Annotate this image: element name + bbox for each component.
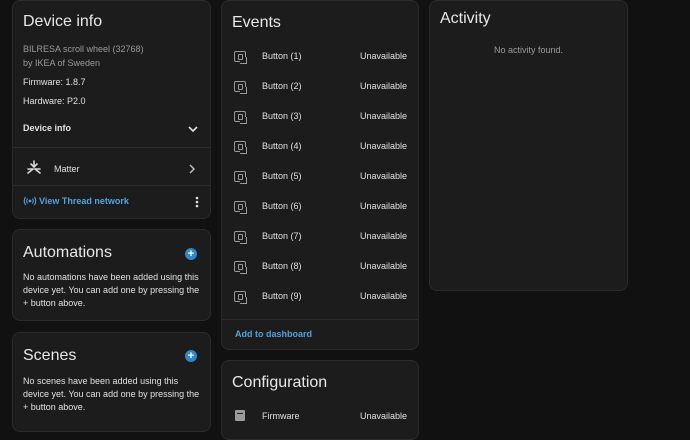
matter-icon	[27, 160, 41, 174]
view-thread-network-link[interactable]: View Thread network	[23, 194, 129, 208]
event-row[interactable]: Button (1) Unavailable	[222, 46, 418, 68]
event-label: Button (2)	[262, 81, 302, 91]
activity-empty-text: No activity found.	[493, 45, 564, 55]
chevron-down-icon	[188, 126, 198, 133]
event-label: Button (9)	[262, 291, 302, 301]
event-row[interactable]: Button (4) Unavailable	[222, 136, 418, 158]
activity-title: Activity	[440, 10, 491, 27]
configuration-card: Configuration Firmware Unavailable	[221, 360, 419, 440]
device-manufacturer: by IKEA of Sweden	[23, 58, 101, 68]
integration-label: Matter	[54, 164, 80, 174]
event-state: Unavailable	[359, 291, 407, 301]
hardware-version: Hardware: P2.0	[23, 96, 86, 106]
config-item-label: Firmware	[262, 411, 300, 421]
device-info-expander[interactable]: Device info	[13, 115, 210, 141]
configuration-title: Configuration	[232, 374, 328, 391]
event-row[interactable]: Button (3) Unavailable	[222, 106, 418, 128]
event-row[interactable]: Button (8) Unavailable	[222, 256, 418, 278]
button-press-icon	[234, 171, 247, 184]
button-press-icon	[234, 291, 247, 304]
button-press-icon	[234, 141, 247, 154]
activity-card: Activity No activity found.	[429, 0, 628, 291]
event-state: Unavailable	[359, 81, 407, 91]
event-state: Unavailable	[359, 111, 407, 121]
button-press-icon	[234, 81, 247, 94]
events-title: Events	[232, 14, 281, 31]
event-label: Button (6)	[262, 201, 302, 211]
event-label: Button (1)	[262, 51, 302, 61]
event-row[interactable]: Button (9) Unavailable	[222, 286, 418, 308]
events-card: Events Button (1) Unavailable Button (2) Un…	[221, 0, 419, 350]
event-state: Unavailable	[359, 171, 407, 181]
event-label: Button (4)	[262, 141, 302, 151]
add-automation-button[interactable]: +	[185, 248, 197, 260]
button-press-icon	[234, 231, 247, 244]
add-to-dashboard-button[interactable]: Add to dashboard	[235, 329, 312, 339]
automations-card: Automations + No automations have been a…	[12, 229, 211, 321]
scenes-title: Scenes	[23, 347, 77, 364]
event-row[interactable]: Button (6) Unavailable	[222, 196, 418, 218]
firmware-version: Firmware: 1.8.7	[23, 77, 86, 87]
device-info-expander-label: Device info	[23, 123, 72, 133]
add-scene-button[interactable]: +	[185, 350, 197, 362]
view-thread-network-label: View Thread network	[39, 196, 129, 206]
device-model: BILRESA scroll wheel (32768)	[23, 44, 144, 54]
device-info-title: Device info	[23, 13, 103, 30]
automations-title: Automations	[23, 244, 112, 261]
event-state: Unavailable	[359, 51, 407, 61]
scenes-empty-text: No scenes have been added using this dev…	[23, 376, 200, 412]
chevron-right-icon	[189, 164, 196, 174]
device-info-card: Device info BILRESA scroll wheel (32768)…	[12, 0, 211, 219]
event-label: Button (3)	[262, 111, 302, 121]
config-item-firmware[interactable]: Firmware Unavailable	[222, 407, 418, 423]
button-press-icon	[234, 111, 247, 124]
event-row[interactable]: Button (2) Unavailable	[222, 76, 418, 98]
event-label: Button (7)	[262, 231, 302, 241]
automations-empty-text: No automations have been added using thi…	[23, 272, 200, 308]
config-item-state: Unavailable	[359, 411, 407, 421]
integration-matter-row[interactable]: Matter	[13, 154, 210, 182]
scenes-card: Scenes + No scenes have been added using…	[12, 332, 211, 432]
event-state: Unavailable	[359, 231, 407, 241]
button-press-icon	[234, 201, 247, 214]
button-press-icon	[234, 51, 247, 64]
more-vertical-icon[interactable]	[195, 196, 199, 208]
event-state: Unavailable	[359, 141, 407, 151]
events-divider	[222, 319, 418, 320]
event-state: Unavailable	[359, 201, 407, 211]
device-info-divider-1	[13, 147, 210, 148]
event-row[interactable]: Button (5) Unavailable	[222, 166, 418, 188]
event-label: Button (8)	[262, 261, 302, 271]
thread-signal-icon	[23, 196, 37, 206]
event-label: Button (5)	[262, 171, 302, 181]
event-state: Unavailable	[359, 261, 407, 271]
device-info-divider-2	[13, 185, 210, 186]
firmware-icon	[235, 410, 245, 421]
event-row[interactable]: Button (7) Unavailable	[222, 226, 418, 248]
button-press-icon	[234, 261, 247, 274]
